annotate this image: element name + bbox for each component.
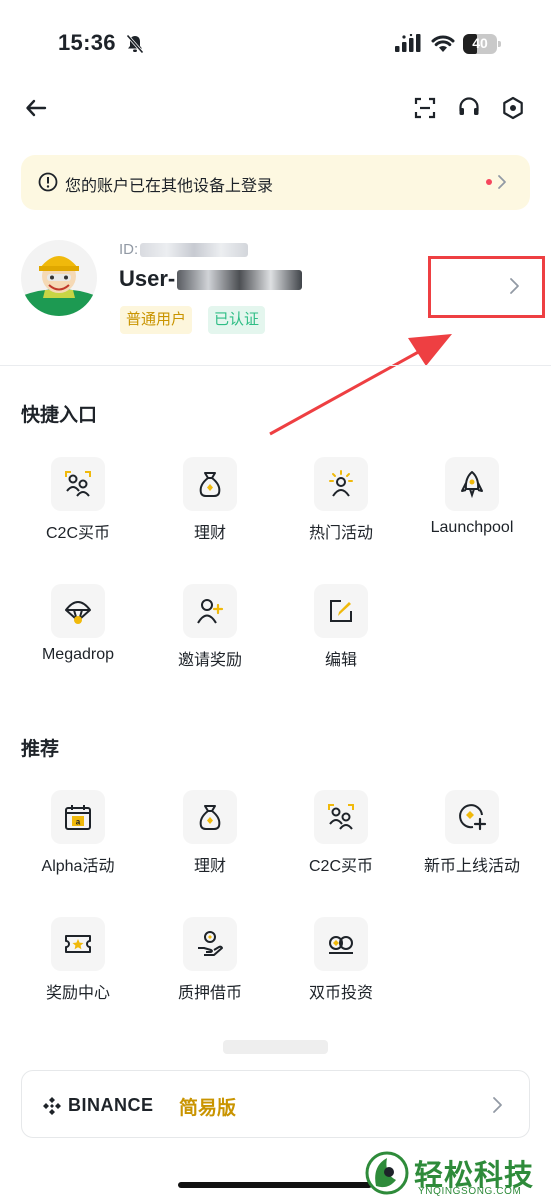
tile-launchpool[interactable]: Launchpool	[412, 457, 532, 537]
lite-mode-label: 简易版	[179, 1098, 237, 1119]
battery-indicator: 40	[463, 34, 501, 54]
notice-text: 您的账户已在其他设备上登录	[65, 178, 274, 195]
avatar-illustration	[21, 240, 97, 316]
section-divider	[0, 365, 551, 366]
tile-label: 理财	[193, 858, 226, 875]
ticket-star-icon	[51, 917, 105, 971]
scan-icon	[414, 97, 436, 119]
tile-label: 新币上线活动	[423, 858, 520, 875]
svg-text:a: a	[76, 818, 81, 827]
c2c-users-icon	[51, 457, 105, 511]
info-circle-icon	[38, 172, 58, 192]
tile-label: 双币投资	[308, 985, 373, 1002]
avatar[interactable]	[21, 240, 97, 316]
scan-button[interactable]	[411, 94, 439, 122]
tile-label: 理财	[193, 525, 226, 542]
binance-lite-button[interactable]: BINANCE 简易版	[21, 1070, 530, 1138]
arrow-left-icon	[26, 99, 47, 117]
hot-activity-icon	[314, 457, 368, 511]
watermark-logo-icon	[365, 1151, 409, 1195]
tile-label: C2C买币	[45, 525, 110, 542]
money-bag-icon	[183, 457, 237, 511]
c2c-users-icon	[314, 790, 368, 844]
tile-rewards-hub[interactable]: 奖励中心	[18, 917, 138, 1003]
tile-label: 质押借币	[177, 985, 242, 1002]
status-bar: 15:36 40	[0, 0, 551, 90]
back-button[interactable]	[22, 94, 50, 122]
recommended-title: 推荐	[21, 739, 60, 760]
username: User-	[119, 266, 303, 292]
settings-hexagon-icon	[503, 96, 523, 120]
annotation-highlight-box	[428, 256, 545, 318]
watermark: 轻松科技 YNQINGSONG.COM	[362, 1146, 551, 1200]
tile-label: Launchpool	[430, 519, 514, 536]
tile-label: 邀请奖励	[177, 652, 242, 669]
tile-label: 奖励中心	[45, 985, 110, 1002]
tile-label: C2C买币	[308, 858, 373, 875]
tile-new-listing[interactable]: 新币上线活动	[412, 790, 532, 876]
redacted-id	[140, 243, 249, 258]
chevron-right-icon[interactable]	[496, 173, 508, 191]
tile-dual-investment[interactable]: 双币投资	[281, 917, 401, 1003]
parachute-icon	[51, 584, 105, 638]
dual-coin-icon	[314, 917, 368, 971]
rocket-icon	[445, 457, 499, 511]
tile-crypto-loans[interactable]: 质押借币	[150, 917, 270, 1003]
bell-off-icon	[126, 34, 144, 54]
settings-button[interactable]	[499, 94, 527, 122]
tile-alpha-activity[interactable]: a Alpha活动	[18, 790, 138, 876]
tile-invite-rewards[interactable]: 邀请奖励	[150, 584, 270, 670]
tile-label: Alpha活动	[41, 858, 115, 875]
tile-c2c-buy-recommended[interactable]: C2C买币	[281, 790, 401, 876]
status-time: 15:36	[58, 30, 116, 55]
redacted-username	[177, 270, 303, 291]
tile-label: 热门活动	[308, 525, 373, 542]
binance-logo-icon	[43, 1097, 61, 1115]
edit-icon	[314, 584, 368, 638]
tile-hot-activity[interactable]: 热门活动	[281, 457, 401, 543]
support-button[interactable]	[455, 94, 483, 122]
wifi-icon	[431, 35, 455, 52]
chevron-right-icon	[493, 1097, 502, 1113]
tile-label: 编辑	[324, 652, 357, 669]
quick-access-title: 快捷入口	[21, 405, 98, 426]
alpha-calendar-icon: a	[51, 790, 105, 844]
home-indicator	[178, 1182, 372, 1188]
unread-dot	[486, 179, 492, 185]
binance-brand-text: BINANCE	[68, 1095, 154, 1115]
hand-coin-icon	[183, 917, 237, 971]
scroll-handle[interactable]	[223, 1040, 328, 1054]
invite-user-icon	[183, 584, 237, 638]
tile-megadrop[interactable]: Megadrop	[18, 584, 138, 664]
tile-edit[interactable]: 编辑	[281, 584, 401, 670]
new-listing-icon	[445, 790, 499, 844]
user-id: ID:	[119, 241, 249, 258]
tile-earn[interactable]: 理财	[150, 457, 270, 543]
tile-label: Megadrop	[41, 646, 115, 663]
annotation-arrow	[269, 334, 452, 436]
cellular-signal-icon	[395, 34, 421, 52]
badge-verified: 已认证	[208, 306, 266, 334]
badge-regular-user: 普通用户	[120, 306, 193, 334]
headset-icon	[459, 97, 479, 115]
tile-c2c-buy[interactable]: C2C买币	[18, 457, 138, 543]
money-bag-icon	[183, 790, 237, 844]
login-notice-banner[interactable]: 您的账户已在其他设备上登录	[21, 155, 530, 210]
tile-earn-recommended[interactable]: 理财	[150, 790, 270, 876]
watermark-subtitle: YNQINGSONG.COM	[418, 1186, 522, 1197]
battery-level-text: 40	[472, 35, 488, 51]
